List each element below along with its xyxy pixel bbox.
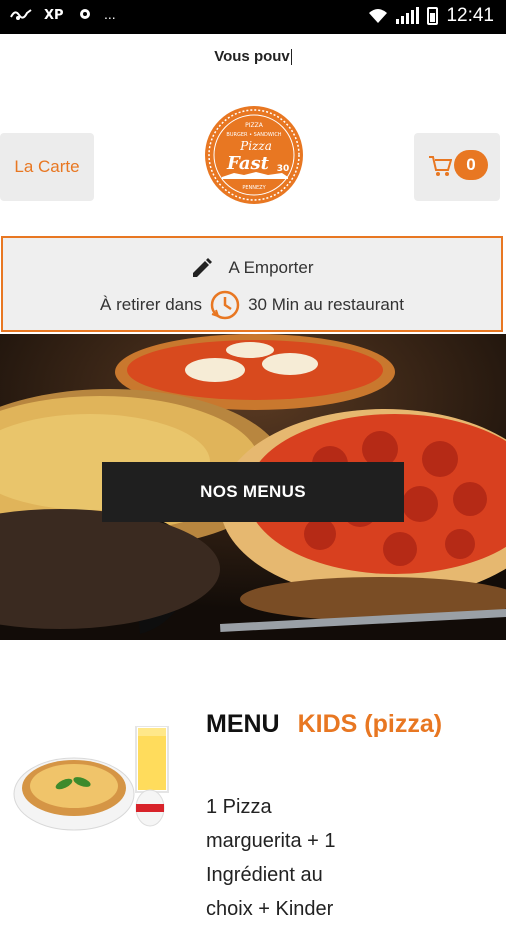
text-caret	[290, 49, 292, 66]
nos-menus-label: NOS MENUS	[200, 482, 306, 501]
logo-fast-text: Fast	[226, 153, 270, 174]
order-mode-panel[interactable]: A Emporter À retirer dans 30 Min au rest…	[1, 236, 503, 332]
la-carte-button[interactable]: La Carte	[0, 133, 94, 201]
menu-desc-line: Ingrédient au	[206, 864, 323, 886]
marquee-label: Vous pouv	[214, 48, 290, 65]
cart-button[interactable]: 0	[414, 133, 500, 201]
pencil-icon	[193, 258, 213, 277]
la-carte-label: La Carte	[14, 157, 80, 176]
cart-count-badge: 0	[454, 150, 488, 180]
marquee-text: Vous pouv	[0, 48, 506, 66]
wifi-icon	[369, 9, 388, 23]
nos-menus-button[interactable]: NOS MENUS	[102, 462, 404, 522]
menu-item-title-main: MENU	[206, 710, 280, 738]
app-icon	[80, 9, 90, 19]
menu-desc-line: marguerita + 1	[206, 830, 336, 852]
status-dots: ...	[104, 6, 116, 22]
svg-text:XP: XP	[44, 8, 64, 22]
logo-city-text: PENNEZY	[242, 185, 266, 191]
hero-banner: NOS MENUS	[0, 334, 506, 640]
menu-list-item[interactable]: MENU KIDS (pizza) 1 Pizza marguerita + 1 …	[0, 640, 506, 920]
clock-icon	[210, 290, 240, 320]
pickup-time-row: À retirer dans 30 Min au restaurant	[3, 288, 501, 322]
signal-icon	[396, 7, 420, 24]
cart-icon	[429, 156, 452, 176]
menu-item-image	[13, 726, 169, 831]
pickup-prefix: À retirer dans	[100, 295, 203, 314]
menu-desc-line: choix + Kinder	[206, 898, 334, 920]
status-left: XP ...	[10, 6, 116, 22]
menu-item-title: MENU KIDS (pizza)	[206, 710, 442, 739]
restaurant-logo[interactable]: PIZZA BURGER • SANDWICH Pizza Fast 30 PE…	[204, 105, 304, 205]
menu-desc-line: 1 Pizza	[206, 796, 272, 818]
pickup-suffix: 30 Min au restaurant	[248, 295, 404, 314]
order-mode-row: A Emporter	[3, 256, 501, 280]
logo-middle-text: BURGER • SANDWICH	[226, 132, 281, 138]
status-bar: XP ... 12:41	[0, 0, 506, 34]
logo-top-text: PIZZA	[245, 122, 264, 129]
menu-item-description: 1 Pizza marguerita + 1 Ingrédient au cho…	[206, 790, 386, 926]
mesh-icon	[10, 9, 32, 20]
logo-num-text: 30	[277, 164, 290, 174]
order-mode-label: A Emporter	[228, 258, 314, 277]
battery-icon	[427, 7, 439, 25]
xp-icon: XP	[44, 8, 64, 22]
status-right: 12:41	[368, 5, 494, 27]
menu-item-title-highlight: KIDS (pizza)	[297, 710, 443, 738]
clock: 12:41	[446, 5, 494, 26]
logo-name-text: Pizza	[239, 139, 272, 153]
